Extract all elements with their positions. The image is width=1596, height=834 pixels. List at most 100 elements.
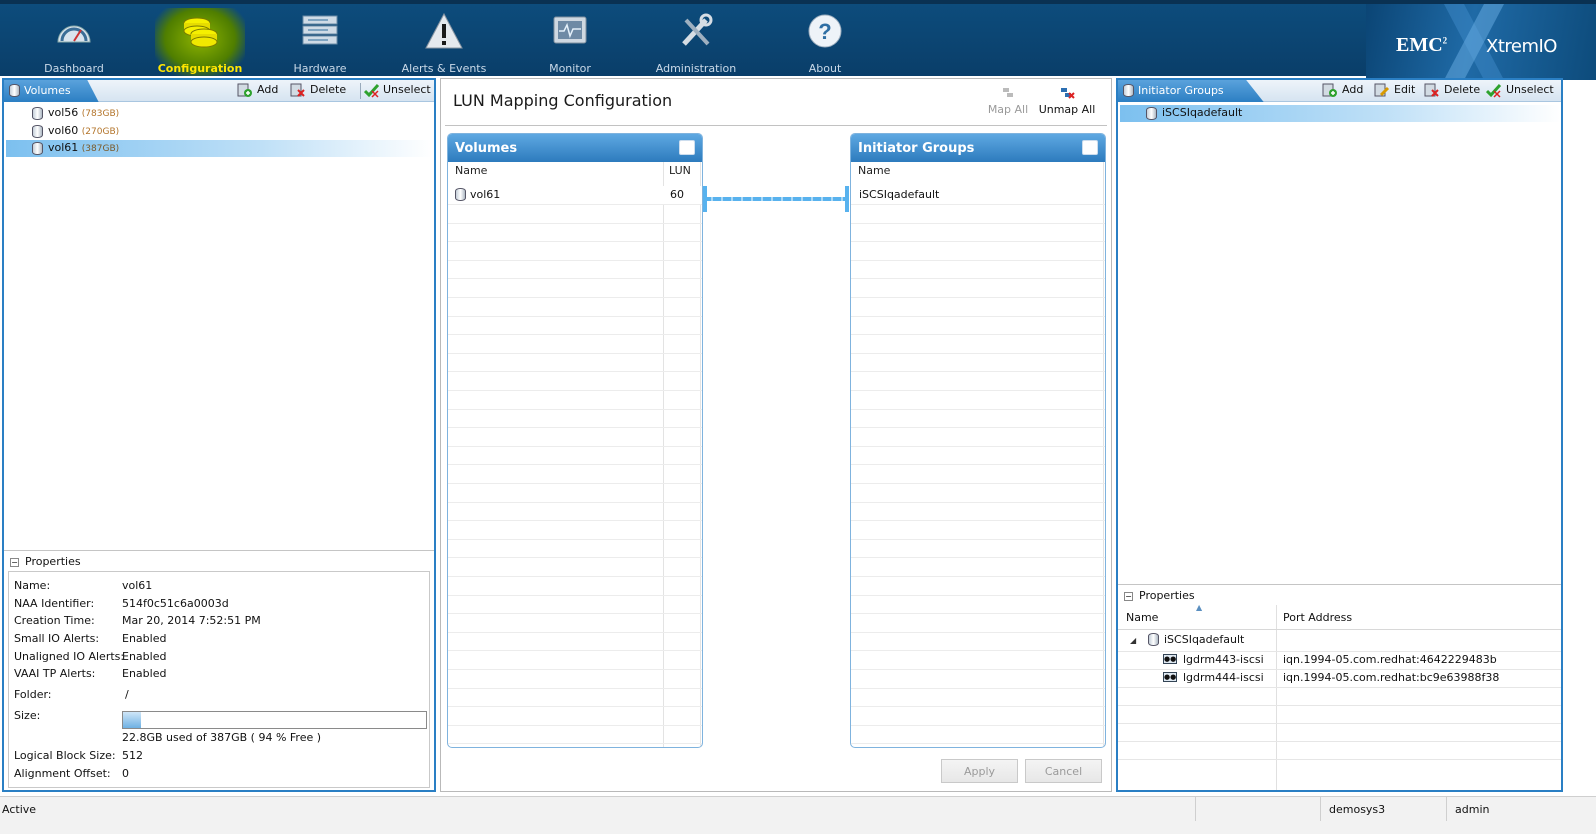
add-volume-button[interactable]: Add — [237, 83, 278, 99]
size-progress-fill — [123, 712, 142, 728]
tab-volumes[interactable]: Volumes — [4, 80, 99, 102]
map-all-button[interactable]: Map All — [987, 85, 1029, 116]
table-row[interactable]: vol61 60 — [448, 186, 702, 205]
col-name[interactable]: Name — [1126, 611, 1158, 624]
empty-row — [448, 503, 702, 522]
status-bar: Active demosys3 admin — [0, 796, 1596, 834]
initiator-group-item-selected[interactable]: iSCSIqadefault — [1120, 105, 1561, 122]
brand-logo: EMC2 XtremIO — [1366, 4, 1596, 80]
help-icon: ? — [808, 14, 842, 48]
nav-alerts-events[interactable]: Alerts & Events — [399, 8, 489, 76]
size-progress-bar — [122, 711, 427, 729]
initiator-row[interactable]: ●● lgdrm444-iscsi iqn.1994-05.com.redhat… — [1118, 669, 1561, 687]
nav-administration[interactable]: Administration — [651, 8, 741, 76]
lun-initiator-groups-grid: Initiator Groups Name iSCSIqadefault — [850, 133, 1106, 748]
empty-row — [851, 317, 1105, 336]
empty-row — [1118, 723, 1561, 724]
empty-row — [448, 577, 702, 596]
unmap-all-button[interactable]: Unmap All — [1037, 85, 1097, 116]
unselect-icon — [364, 83, 380, 98]
properties-header[interactable]: − Properties — [10, 555, 81, 568]
initiator-icon: ●● — [1163, 654, 1177, 664]
prop-vaai: VAAI TP Alerts: Enabled — [14, 667, 167, 680]
empty-row — [851, 614, 1105, 633]
nav-monitor[interactable]: Monitor — [525, 8, 615, 76]
empty-row — [851, 354, 1105, 373]
empty-row — [448, 614, 702, 633]
empty-row — [851, 298, 1105, 317]
add-icon — [1322, 83, 1337, 97]
sort-asc-icon: ▲ — [1196, 603, 1203, 612]
nav-configuration[interactable]: Configuration — [155, 8, 245, 76]
nav-label: Alerts & Events — [401, 62, 487, 75]
status-user: admin — [1446, 797, 1566, 821]
empty-row — [448, 633, 702, 652]
cancel-button[interactable]: Cancel — [1025, 759, 1102, 783]
tools-icon — [682, 13, 713, 46]
table-row[interactable]: iSCSIqadefault — [851, 186, 1105, 205]
initiator-row[interactable]: ●● lgdrm443-iscsi iqn.1994-05.com.redhat… — [1118, 651, 1561, 669]
svg-text:?: ? — [818, 19, 831, 44]
prop-size-label: Size: — [14, 709, 41, 722]
edit-initiator-group-button[interactable]: Edit — [1374, 83, 1415, 99]
volume-icon — [455, 188, 466, 201]
volume-item-selected[interactable]: vol61 (387GB) — [6, 140, 432, 157]
unselect-initiator-group-button[interactable]: Unselect — [1486, 83, 1554, 99]
nav-label: Dashboard — [44, 62, 104, 75]
page-title: LUN Mapping Configuration — [453, 91, 673, 110]
volume-icon — [32, 125, 43, 138]
empty-row — [851, 707, 1105, 726]
nav-about[interactable]: ? About — [780, 8, 870, 76]
prop-name: Name: vol61 — [14, 579, 153, 592]
col-lun[interactable]: LUN — [669, 164, 691, 177]
empty-row — [851, 651, 1105, 670]
disks-icon — [183, 17, 218, 48]
col-name[interactable]: Name — [455, 164, 487, 177]
volume-item[interactable]: vol56 (783GB) — [6, 105, 432, 122]
delete-volume-button[interactable]: Delete — [290, 83, 346, 99]
lun-mapping-panel: LUN Mapping Configuration Map All Unmap … — [440, 78, 1112, 792]
prop-unaligned-io: Unaligned IO Alerts:Enabled — [14, 650, 167, 663]
empty-row — [851, 224, 1105, 243]
empty-row — [448, 335, 702, 354]
empty-row — [851, 558, 1105, 577]
initiator-groups-panel: Initiator Groups Add Edit Delete Unselec… — [1116, 78, 1563, 792]
tab-initiator-groups[interactable]: Initiator Groups — [1118, 80, 1264, 102]
col-port-address[interactable]: Port Address — [1283, 611, 1352, 624]
empty-row — [851, 503, 1105, 522]
empty-row — [448, 205, 702, 224]
empty-row — [851, 521, 1105, 540]
empty-row — [448, 484, 702, 503]
delete-initiator-group-button[interactable]: Delete — [1424, 83, 1480, 99]
add-initiator-group-button[interactable]: Add — [1322, 83, 1363, 99]
empty-row — [448, 354, 702, 373]
col-name[interactable]: Name — [858, 164, 890, 177]
empty-row — [448, 372, 702, 391]
empty-row — [448, 298, 702, 317]
empty-row — [448, 726, 702, 745]
tree-group-row[interactable]: ◢ iSCSIqadefault — [1130, 633, 1244, 650]
collapse-icon: − — [10, 557, 19, 567]
nav-dashboard[interactable]: Dashboard — [29, 8, 119, 76]
empty-row — [851, 242, 1105, 261]
nav-label: Configuration — [157, 62, 243, 75]
apply-button[interactable]: Apply — [941, 759, 1018, 783]
empty-row — [851, 577, 1105, 596]
delete-icon — [290, 83, 305, 97]
export-icon[interactable] — [1082, 140, 1098, 155]
empty-row — [448, 670, 702, 689]
empty-row — [851, 726, 1105, 745]
collapse-arrow-icon: ◢ — [1130, 636, 1137, 645]
volume-item[interactable]: vol60 (270GB) — [6, 123, 432, 140]
initiator-group-icon — [1146, 107, 1157, 120]
empty-row — [851, 596, 1105, 615]
nav-hardware[interactable]: Hardware — [275, 8, 365, 76]
empty-row — [448, 465, 702, 484]
nav-label: Administration — [655, 62, 737, 75]
unselect-volume-button[interactable]: Unselect — [360, 83, 431, 99]
prop-folder: Folder: / — [14, 688, 129, 701]
properties-header[interactable]: − Properties — [1124, 589, 1195, 602]
export-icon[interactable] — [679, 140, 695, 155]
empty-row — [448, 707, 702, 726]
volumes-panel: Volumes Add Delete Unselect vol56 (783GB… — [2, 78, 436, 792]
